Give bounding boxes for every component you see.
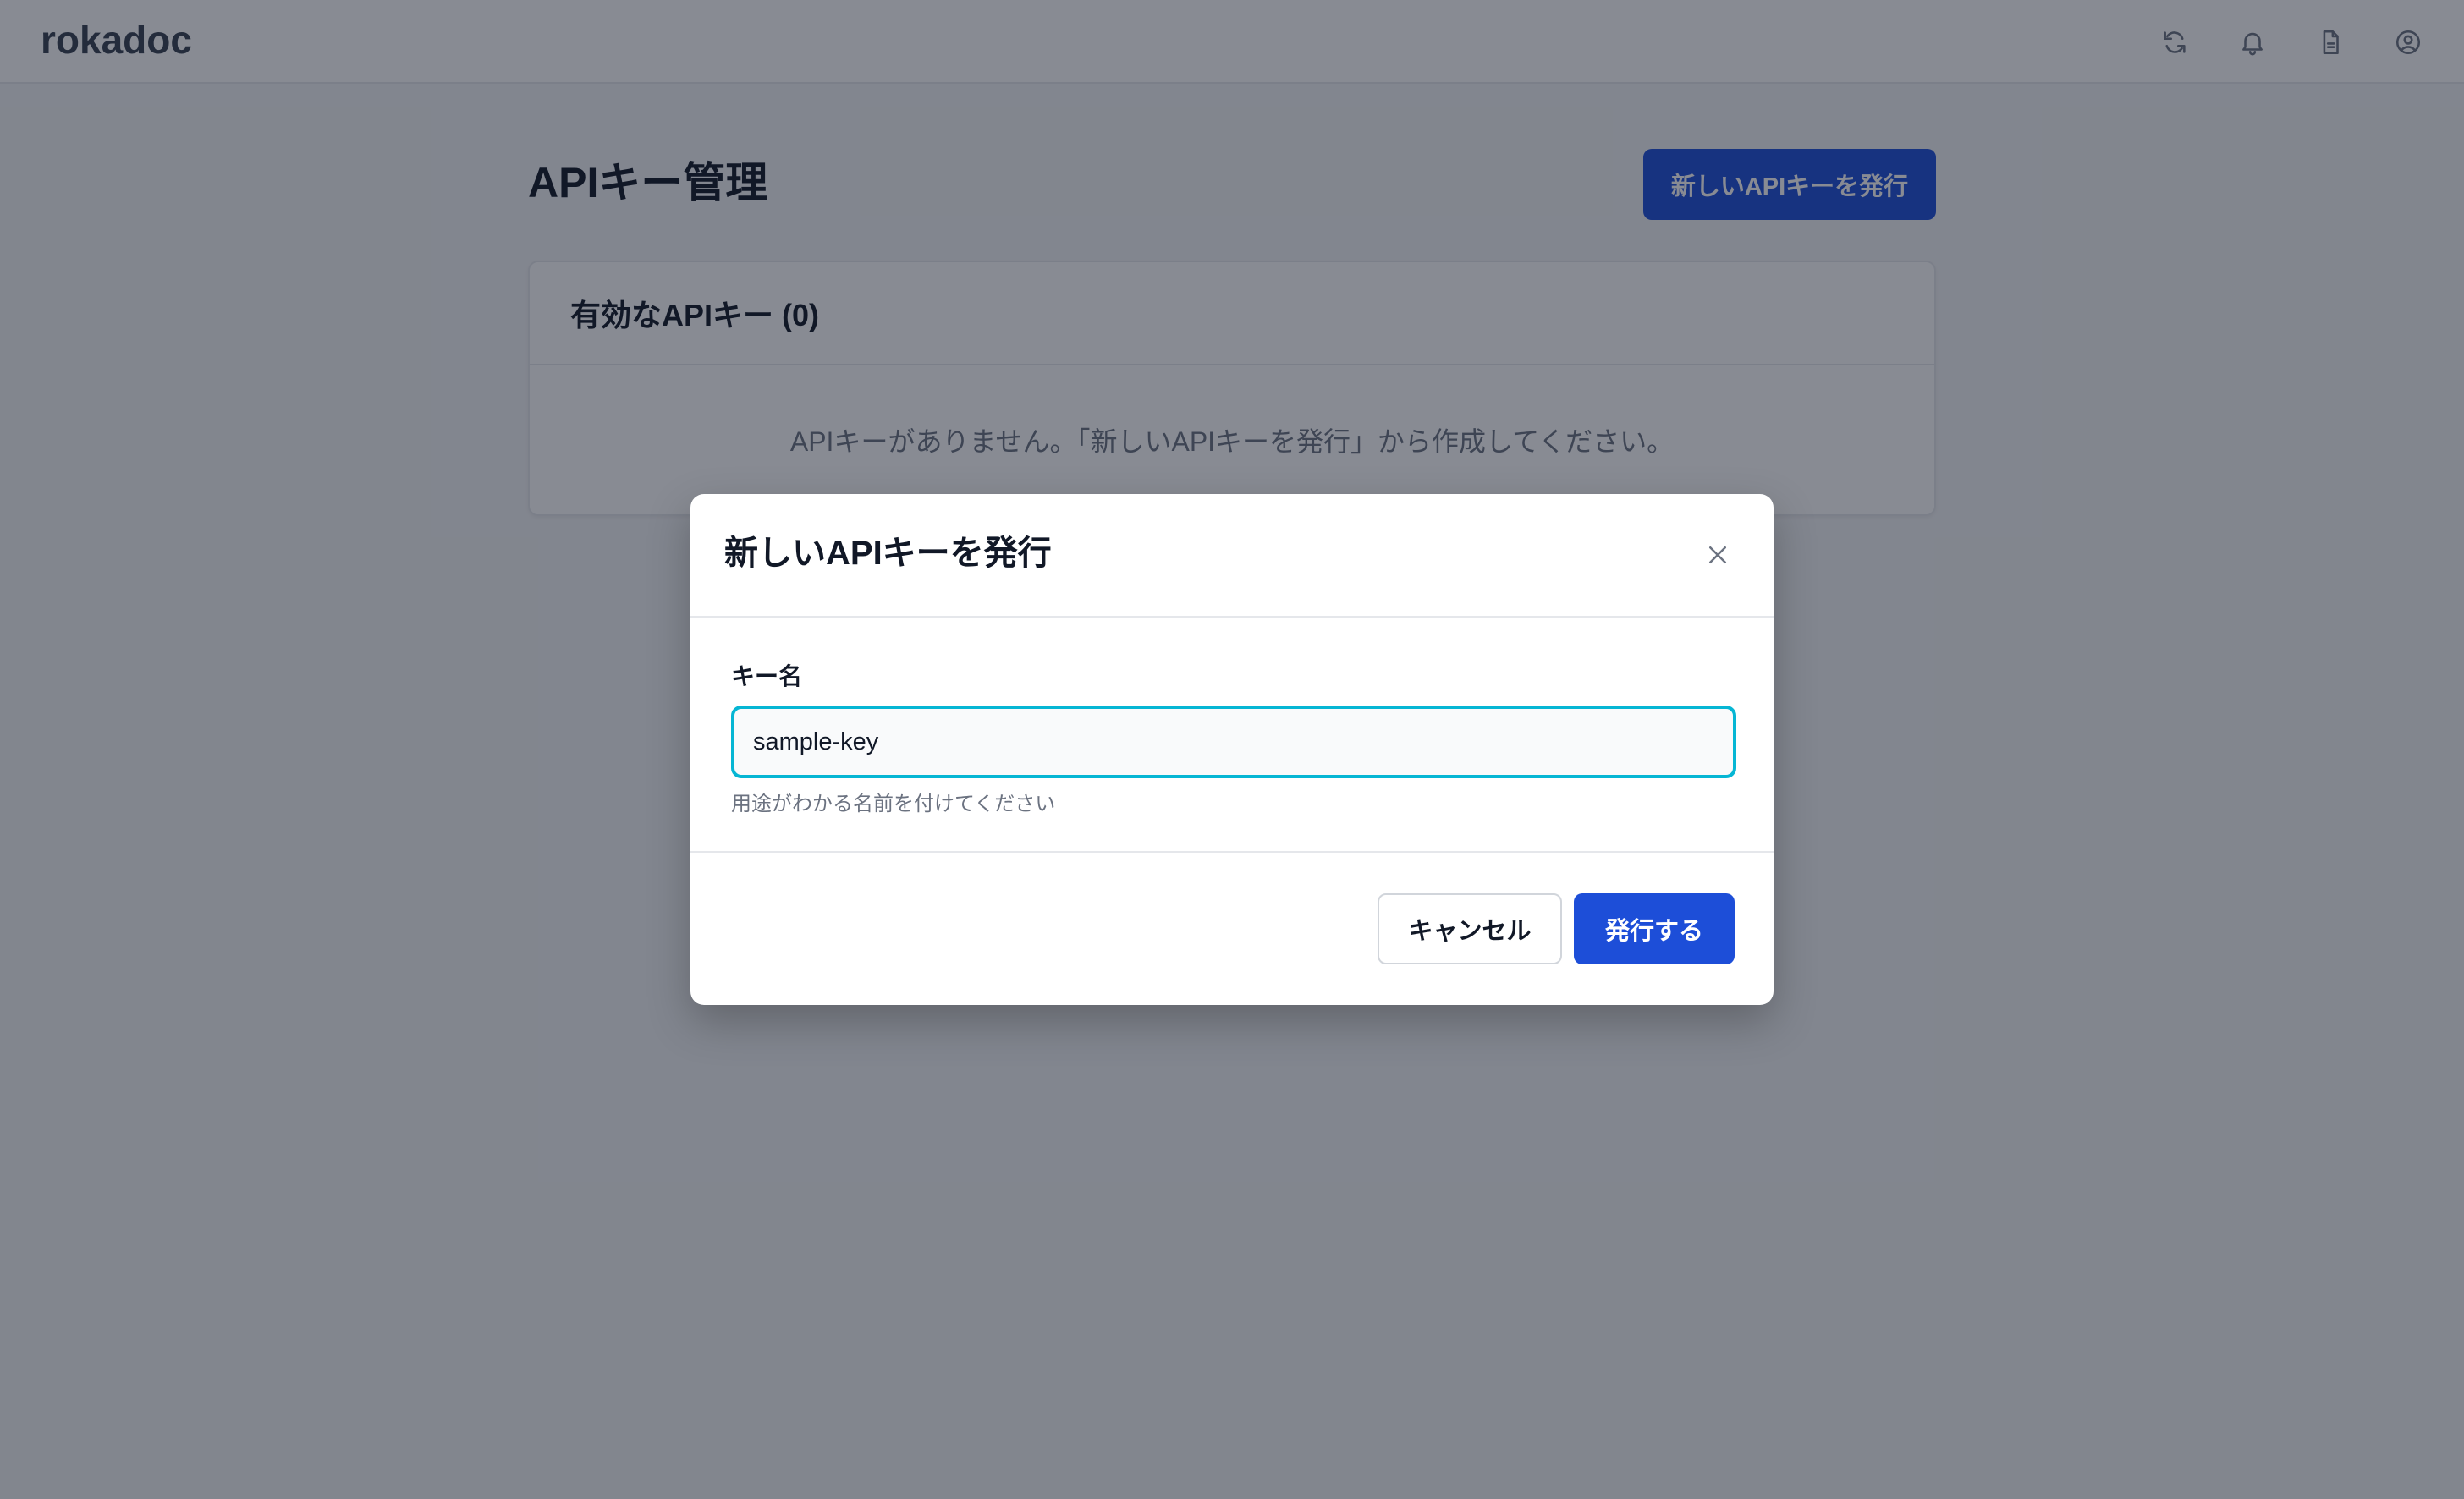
- dialog-footer: キャンセル 発行する: [690, 851, 1774, 1005]
- key-name-hint: 用途がわかる名前を付けてください: [731, 793, 1056, 815]
- dialog-header: 新しいAPIキーを発行: [690, 494, 1774, 618]
- issue-submit-button[interactable]: 発行する: [1574, 893, 1735, 964]
- dialog-title: 新しいAPIキーを発行: [724, 535, 1052, 572]
- cancel-button[interactable]: キャンセル: [1378, 893, 1562, 964]
- issue-api-key-dialog: 新しいAPIキーを発行 キー名 用途がわかる名前を付けてください キャンセル 発…: [690, 494, 1774, 1005]
- key-name-input[interactable]: [731, 706, 1736, 778]
- key-name-label: キー名: [731, 663, 803, 689]
- close-icon[interactable]: [1697, 535, 1738, 575]
